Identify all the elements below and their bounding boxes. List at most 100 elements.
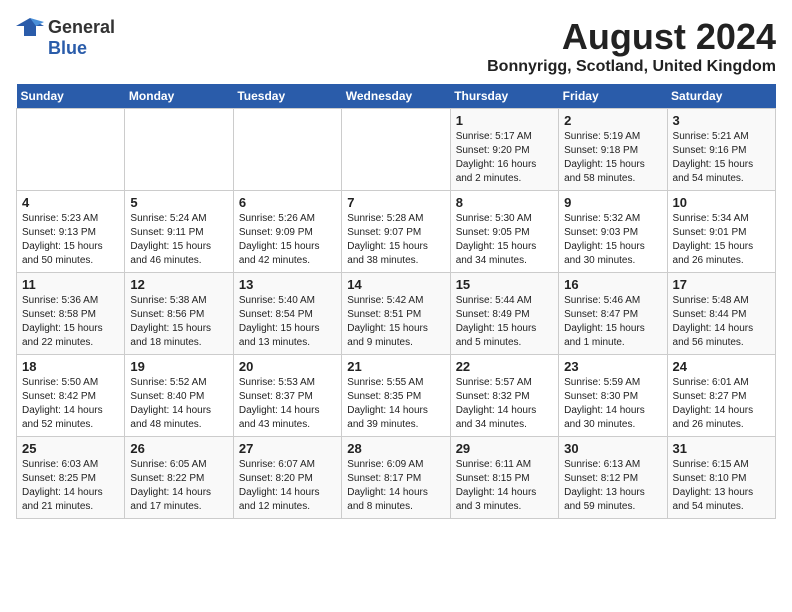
- day-info: Sunrise: 6:03 AM Sunset: 8:25 PM Dayligh…: [22, 458, 119, 514]
- day-info: Sunrise: 5:17 AM Sunset: 9:20 PM Dayligh…: [456, 130, 553, 186]
- week-row-3: 11 Sunrise: 5:36 AM Sunset: 8:58 PM Dayli…: [17, 273, 776, 355]
- calendar-cell: [342, 109, 450, 191]
- day-number: 8: [456, 195, 553, 210]
- day-info: Sunrise: 5:59 AM Sunset: 8:30 PM Dayligh…: [564, 376, 661, 432]
- column-header-friday: Friday: [559, 84, 667, 109]
- calendar-cell: 25 Sunrise: 6:03 AM Sunset: 8:25 PM Dayli…: [17, 437, 125, 519]
- week-row-2: 4Sunrise: 5:23 AM Sunset: 9:13 PM Daylig…: [17, 191, 776, 273]
- day-number: 29: [456, 441, 553, 456]
- calendar-cell: 22Sunrise: 5:57 AM Sunset: 8:32 PM Dayli…: [450, 355, 558, 437]
- day-number: 12: [130, 277, 227, 292]
- calendar-cell: 26 Sunrise: 6:05 AM Sunset: 8:22 PM Dayli…: [125, 437, 233, 519]
- day-info: Sunrise: 6:09 AM Sunset: 8:17 PM Dayligh…: [347, 458, 444, 514]
- day-info: Sunrise: 5:40 AM Sunset: 8:54 PM Dayligh…: [239, 294, 336, 350]
- day-number: 28: [347, 441, 444, 456]
- calendar-header: SundayMondayTuesdayWednesdayThursdayFrid…: [17, 84, 776, 109]
- day-number: 21: [347, 359, 444, 374]
- day-number: 26: [130, 441, 227, 456]
- day-number: 20: [239, 359, 336, 374]
- calendar-cell: 27 Sunrise: 6:07 AM Sunset: 8:20 PM Dayli…: [233, 437, 341, 519]
- calendar-cell: 9 Sunrise: 5:32 AM Sunset: 9:03 PM Daylig…: [559, 191, 667, 273]
- day-number: 10: [673, 195, 770, 210]
- calendar-cell: 13 Sunrise: 5:40 AM Sunset: 8:54 PM Dayli…: [233, 273, 341, 355]
- logo-general-text: General: [48, 17, 115, 38]
- day-number: 15: [456, 277, 553, 292]
- day-info: Sunrise: 6:05 AM Sunset: 8:22 PM Dayligh…: [130, 458, 227, 514]
- day-info: Sunrise: 5:38 AM Sunset: 8:56 PM Dayligh…: [130, 294, 227, 350]
- calendar-cell: 24 Sunrise: 6:01 AM Sunset: 8:27 PM Dayli…: [667, 355, 775, 437]
- logo-blue-text: Blue: [48, 38, 87, 59]
- day-number: 2: [564, 113, 661, 128]
- header: General Blue August 2024 Bonnyrigg, Scot…: [16, 16, 776, 76]
- day-info: Sunrise: 5:44 AM Sunset: 8:49 PM Dayligh…: [456, 294, 553, 350]
- day-info: Sunrise: 5:57 AM Sunset: 8:32 PM Dayligh…: [456, 376, 553, 432]
- logo: General Blue: [16, 16, 115, 59]
- column-header-monday: Monday: [125, 84, 233, 109]
- calendar-cell: 29 Sunrise: 6:11 AM Sunset: 8:15 PM Dayli…: [450, 437, 558, 519]
- day-number: 23: [564, 359, 661, 374]
- logo-bird-icon: [16, 16, 44, 38]
- calendar-subtitle: Bonnyrigg, Scotland, United Kingdom: [487, 58, 776, 76]
- day-number: 11: [22, 277, 119, 292]
- calendar-cell: [233, 109, 341, 191]
- calendar-body: 1 Sunrise: 5:17 AM Sunset: 9:20 PM Daylig…: [17, 109, 776, 519]
- calendar-cell: 23 Sunrise: 5:59 AM Sunset: 8:30 PM Dayli…: [559, 355, 667, 437]
- calendar-cell: 19Sunrise: 5:52 AM Sunset: 8:40 PM Dayli…: [125, 355, 233, 437]
- day-info: Sunrise: 5:19 AM Sunset: 9:18 PM Dayligh…: [564, 130, 661, 186]
- day-number: 16: [564, 277, 661, 292]
- calendar-cell: 17Sunrise: 5:48 AM Sunset: 8:44 PM Dayli…: [667, 273, 775, 355]
- header-row: SundayMondayTuesdayWednesdayThursdayFrid…: [17, 84, 776, 109]
- calendar-cell: 15 Sunrise: 5:44 AM Sunset: 8:49 PM Dayli…: [450, 273, 558, 355]
- column-header-wednesday: Wednesday: [342, 84, 450, 109]
- calendar-cell: 30 Sunrise: 6:13 AM Sunset: 8:12 PM Dayli…: [559, 437, 667, 519]
- day-info: Sunrise: 5:36 AM Sunset: 8:58 PM Dayligh…: [22, 294, 119, 350]
- calendar-cell: [125, 109, 233, 191]
- calendar-cell: 5 Sunrise: 5:24 AM Sunset: 9:11 PM Daylig…: [125, 191, 233, 273]
- calendar-cell: 4Sunrise: 5:23 AM Sunset: 9:13 PM Daylig…: [17, 191, 125, 273]
- day-number: 19: [130, 359, 227, 374]
- calendar-title: August 2024: [487, 16, 776, 58]
- day-info: Sunrise: 5:53 AM Sunset: 8:37 PM Dayligh…: [239, 376, 336, 432]
- day-info: Sunrise: 5:26 AM Sunset: 9:09 PM Dayligh…: [239, 212, 336, 268]
- day-info: Sunrise: 5:42 AM Sunset: 8:51 PM Dayligh…: [347, 294, 444, 350]
- day-number: 5: [130, 195, 227, 210]
- calendar-cell: 1 Sunrise: 5:17 AM Sunset: 9:20 PM Daylig…: [450, 109, 558, 191]
- day-info: Sunrise: 5:30 AM Sunset: 9:05 PM Dayligh…: [456, 212, 553, 268]
- day-info: Sunrise: 5:32 AM Sunset: 9:03 PM Dayligh…: [564, 212, 661, 268]
- day-number: 30: [564, 441, 661, 456]
- calendar-cell: [17, 109, 125, 191]
- day-number: 24: [673, 359, 770, 374]
- day-number: 31: [673, 441, 770, 456]
- day-info: Sunrise: 6:11 AM Sunset: 8:15 PM Dayligh…: [456, 458, 553, 514]
- day-info: Sunrise: 5:24 AM Sunset: 9:11 PM Dayligh…: [130, 212, 227, 268]
- day-number: 25: [22, 441, 119, 456]
- day-info: Sunrise: 5:21 AM Sunset: 9:16 PM Dayligh…: [673, 130, 770, 186]
- day-number: 17: [673, 277, 770, 292]
- day-number: 4: [22, 195, 119, 210]
- day-number: 9: [564, 195, 661, 210]
- day-number: 7: [347, 195, 444, 210]
- calendar-cell: 6Sunrise: 5:26 AM Sunset: 9:09 PM Daylig…: [233, 191, 341, 273]
- calendar-table: SundayMondayTuesdayWednesdayThursdayFrid…: [16, 84, 776, 519]
- column-header-saturday: Saturday: [667, 84, 775, 109]
- day-info: Sunrise: 5:28 AM Sunset: 9:07 PM Dayligh…: [347, 212, 444, 268]
- calendar-cell: 3Sunrise: 5:21 AM Sunset: 9:16 PM Daylig…: [667, 109, 775, 191]
- day-info: Sunrise: 6:01 AM Sunset: 8:27 PM Dayligh…: [673, 376, 770, 432]
- day-info: Sunrise: 5:46 AM Sunset: 8:47 PM Dayligh…: [564, 294, 661, 350]
- day-info: Sunrise: 5:55 AM Sunset: 8:35 PM Dayligh…: [347, 376, 444, 432]
- day-number: 1: [456, 113, 553, 128]
- calendar-cell: 10 Sunrise: 5:34 AM Sunset: 9:01 PM Dayli…: [667, 191, 775, 273]
- calendar-cell: 21 Sunrise: 5:55 AM Sunset: 8:35 PM Dayli…: [342, 355, 450, 437]
- day-number: 27: [239, 441, 336, 456]
- week-row-1: 1 Sunrise: 5:17 AM Sunset: 9:20 PM Daylig…: [17, 109, 776, 191]
- calendar-cell: 18Sunrise: 5:50 AM Sunset: 8:42 PM Dayli…: [17, 355, 125, 437]
- calendar-cell: 8 Sunrise: 5:30 AM Sunset: 9:05 PM Daylig…: [450, 191, 558, 273]
- calendar-cell: 28 Sunrise: 6:09 AM Sunset: 8:17 PM Dayli…: [342, 437, 450, 519]
- day-info: Sunrise: 5:34 AM Sunset: 9:01 PM Dayligh…: [673, 212, 770, 268]
- week-row-4: 18Sunrise: 5:50 AM Sunset: 8:42 PM Dayli…: [17, 355, 776, 437]
- column-header-thursday: Thursday: [450, 84, 558, 109]
- day-info: Sunrise: 6:13 AM Sunset: 8:12 PM Dayligh…: [564, 458, 661, 514]
- day-number: 13: [239, 277, 336, 292]
- day-info: Sunrise: 6:07 AM Sunset: 8:20 PM Dayligh…: [239, 458, 336, 514]
- calendar-cell: 20 Sunrise: 5:53 AM Sunset: 8:37 PM Dayli…: [233, 355, 341, 437]
